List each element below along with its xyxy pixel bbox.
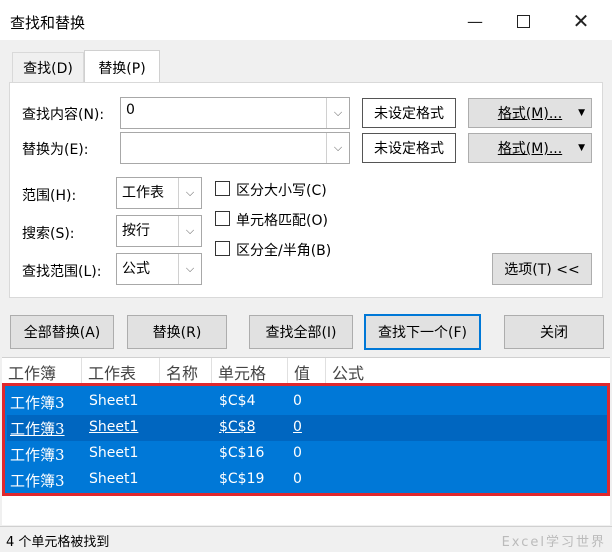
- find-format-button-label: 格式(M)...: [497, 106, 563, 122]
- replace-all-button[interactable]: 全部替换(A): [10, 315, 114, 349]
- column-header-book[interactable]: 工作簿: [2, 358, 82, 386]
- column-header-formula[interactable]: 公式: [326, 358, 386, 386]
- chevron-down-icon: ⌵: [178, 216, 201, 246]
- column-header-cell[interactable]: 单元格: [212, 358, 288, 386]
- column-header-name[interactable]: 名称: [160, 358, 212, 386]
- watermark: Excel学习世界: [501, 535, 606, 550]
- dropdown-arrow-icon: ▼: [578, 143, 585, 153]
- match-case-checkbox[interactable]: [215, 181, 230, 196]
- match-byte-label: 区分全/半角(B): [236, 243, 332, 259]
- scope-select-value: 工作表: [122, 185, 164, 201]
- replace-format-button-label: 格式(M)...: [497, 141, 563, 157]
- minimize-button[interactable]: —: [452, 6, 498, 36]
- replace-label: 替换为(E):: [22, 142, 89, 158]
- look-in-label: 查找范围(L):: [22, 264, 102, 280]
- find-all-button[interactable]: 查找全部(I): [249, 315, 353, 349]
- look-in-select-value: 公式: [122, 261, 150, 277]
- results-highlight-border: [2, 383, 610, 496]
- replace-format-button[interactable]: 格式(M)... ▼: [468, 133, 592, 163]
- find-label: 查找内容(N):: [22, 107, 105, 123]
- match-case-label: 区分大小写(C): [236, 183, 327, 199]
- find-input[interactable]: 0 ⌵: [120, 97, 350, 129]
- maximize-button[interactable]: [500, 6, 546, 36]
- replace-format-preview: 未设定格式: [362, 133, 456, 163]
- replace-button[interactable]: 替换(R): [127, 315, 227, 349]
- dropdown-arrow-icon: ▼: [578, 108, 585, 118]
- scope-select[interactable]: 工作表 ⌵: [116, 177, 202, 209]
- find-input-value: 0: [126, 102, 135, 118]
- chevron-down-icon: ⌵: [178, 178, 201, 208]
- replace-input[interactable]: ⌵: [120, 132, 350, 164]
- match-byte-checkbox[interactable]: [215, 241, 230, 256]
- maximize-icon: [516, 14, 530, 28]
- search-select-value: 按行: [122, 223, 150, 239]
- results-list[interactable]: 工作簿 工作表 名称 单元格 值 公式 工作簿3 Sheet1 $C$4 0 工…: [2, 357, 610, 525]
- minimize-icon: —: [467, 11, 483, 31]
- close-icon: ✕: [572, 9, 590, 33]
- scope-label: 范围(H):: [22, 188, 77, 204]
- tab-find[interactable]: 查找(D): [12, 52, 84, 83]
- column-header-sheet[interactable]: 工作表: [82, 358, 160, 386]
- search-select[interactable]: 按行 ⌵: [116, 215, 202, 247]
- find-format-preview: 未设定格式: [362, 98, 456, 128]
- find-next-button[interactable]: 查找下一个(F): [364, 314, 481, 350]
- chevron-down-icon: ⌵: [178, 254, 201, 284]
- chevron-down-icon[interactable]: ⌵: [326, 98, 349, 128]
- status-text: 4 个单元格被找到: [6, 535, 110, 550]
- status-divider: [0, 526, 612, 527]
- match-entire-label: 单元格匹配(O): [236, 213, 328, 229]
- column-header-value[interactable]: 值: [288, 358, 326, 386]
- look-in-select[interactable]: 公式 ⌵: [116, 253, 202, 285]
- tab-replace[interactable]: 替换(P): [84, 50, 160, 84]
- chevron-down-icon[interactable]: ⌵: [326, 133, 349, 163]
- close-button[interactable]: 关闭: [504, 315, 604, 349]
- search-label: 搜索(S):: [22, 226, 75, 242]
- find-format-button[interactable]: 格式(M)... ▼: [468, 98, 592, 128]
- close-window-button[interactable]: ✕: [558, 6, 604, 36]
- options-button[interactable]: 选项(T) <<: [492, 253, 592, 285]
- match-entire-checkbox[interactable]: [215, 211, 230, 226]
- window-title: 查找和替换: [10, 14, 86, 32]
